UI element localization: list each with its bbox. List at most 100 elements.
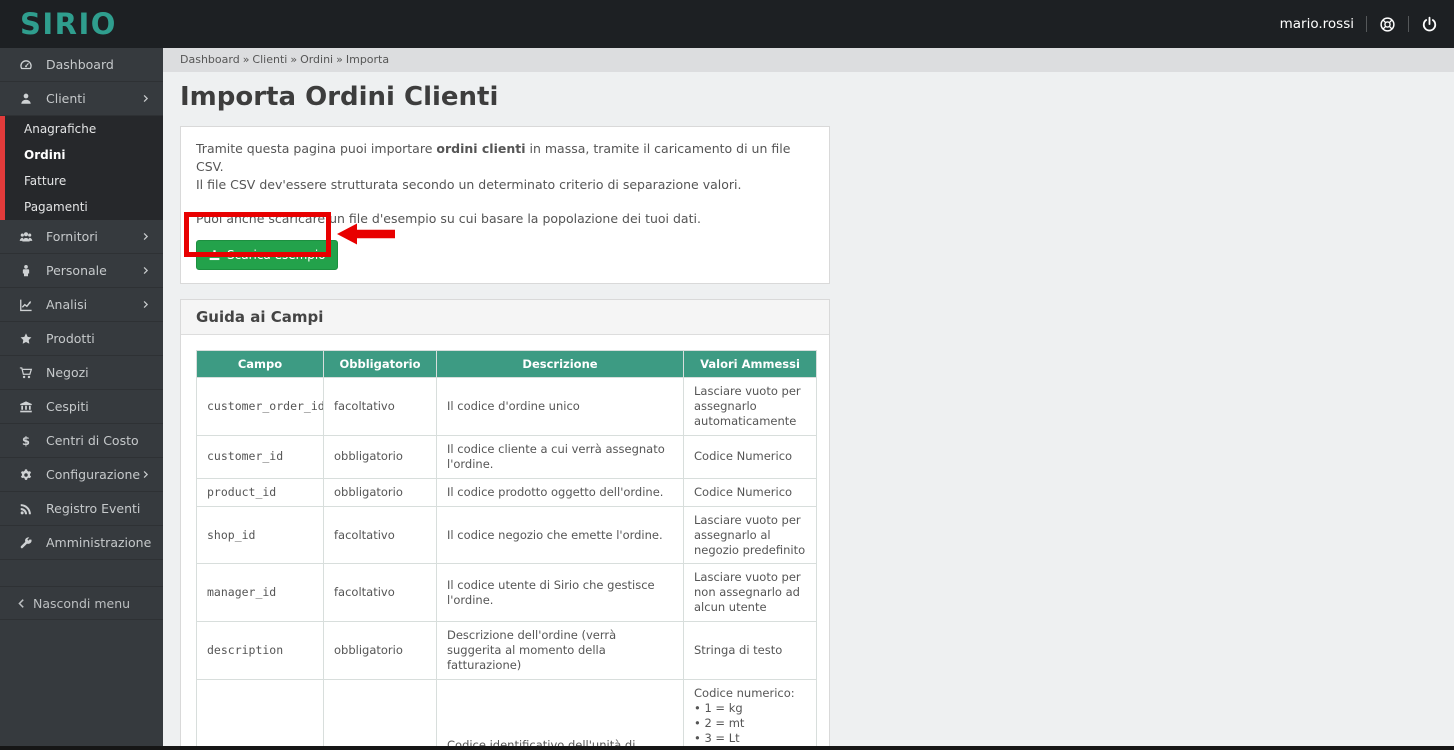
sidebar-item-negozi[interactable]: Negozi [0,356,163,390]
sidebar-item-label: Amministrazione [46,535,151,550]
sidebar-item-label: Prodotti [46,331,95,346]
breadcrumb-item-clienti[interactable]: Clienti [252,53,287,66]
cell-descrizione: Codice identificativo dell'unità di misu… [437,680,684,750]
fields-guide-body: CampoObbligatorioDescrizioneValori Ammes… [181,335,829,750]
settings-icon [17,468,35,482]
chevron-right-icon [141,470,150,479]
cell-valori: Lasciare vuoto per assegnarlo al negozio… [684,506,817,564]
field-row-customer_order_id: customer_order_idfacoltativoIl codice d'… [197,378,817,436]
cell-valori: Codice numerico: • 1 = kg • 2 = mt • 3 =… [684,680,817,750]
sidebar-item-prodotti[interactable]: Prodotti [0,322,163,356]
intro-paragraph-2: Il file CSV dev'essere strutturata secon… [196,176,814,194]
fields-table: CampoObbligatorioDescrizioneValori Ammes… [196,350,817,750]
hide-menu-button[interactable]: Nascondi menu [0,586,163,620]
breadcrumb-item-importa: Importa [346,53,389,66]
topbar: SIRIO mario.rossi [0,0,1454,48]
sidebar-item-registro-eventi[interactable]: Registro Eventi [0,492,163,526]
sirio-logo: SIRIO [20,7,117,41]
cell-obbligatorio: obbligatorio [324,435,437,478]
submenu-item-anagrafiche[interactable]: Anagrafiche [5,116,163,142]
sidebar-item-amministrazione[interactable]: Amministrazione [0,526,163,560]
assets-icon [17,400,35,414]
chevron-right-icon [141,232,150,241]
cell-descrizione: Il codice d'ordine unico [437,378,684,436]
events-log-icon [17,502,35,516]
field-row-description: descriptionobbligatorioDescrizione dell'… [197,622,817,680]
username[interactable]: mario.rossi [1280,16,1354,32]
sidebar-item-fornitori[interactable]: Fornitori [0,220,163,254]
breadcrumb-separator: » [243,53,250,66]
cell-campo: manager_id [197,564,324,622]
cell-obbligatorio: obbligatorio [324,680,437,750]
cell-descrizione: Il codice utente di Sirio che gestisce l… [437,564,684,622]
content: Importa Ordini Clienti Tramite questa pa… [163,72,1454,750]
admin-icon [17,536,35,550]
sidebar-item-label: Clienti [46,91,86,106]
sidebar-item-configurazione[interactable]: Configurazione [0,458,163,492]
fields-guide-title: Guida ai Campi [181,300,829,335]
sidebar-submenu-clienti: AnagraficheOrdiniFatturePagamenti [0,116,163,220]
cell-valori: Codice Numerico [684,435,817,478]
breadcrumb-item-dashboard[interactable]: Dashboard [180,53,240,66]
sidebar-item-label: Cespiti [46,399,89,414]
cell-obbligatorio: facoltativo [324,564,437,622]
sidebar-item-dashboard[interactable]: Dashboard [0,48,163,82]
cell-obbligatorio: obbligatorio [324,478,437,506]
cell-descrizione: Il codice prodotto oggetto dell'ordine. [437,478,684,506]
breadcrumb-item-ordini[interactable]: Ordini [300,53,333,66]
chevron-right-icon [141,300,150,309]
download-icon [208,249,221,262]
sidebar-item-personale[interactable]: Personale [0,254,163,288]
topbar-divider [1408,16,1409,32]
cell-valori: Lasciare vuoto per non assegnarlo ad alc… [684,564,817,622]
analytics-icon [17,298,35,312]
breadcrumb: Dashboard»Clienti»Ordini»Importa [163,48,1454,72]
sidebar: Dashboard Clienti AnagraficheOrdiniFatture… [0,48,163,750]
page-title: Importa Ordini Clienti [180,82,1437,112]
window-bottom-edge [0,746,1454,750]
sidebar-item-label: Personale [46,263,107,278]
sidebar-item-label: Dashboard [46,57,114,72]
cell-valori: Lasciare vuoto per assegnarlo automatica… [684,378,817,436]
submenu-item-pagamenti[interactable]: Pagamenti [5,194,163,220]
sidebar-item-label: Analisi [46,297,87,312]
sidebar-item-label: Registro Eventi [46,501,140,516]
cell-campo: shop_id [197,506,324,564]
sidebar-item-label: Configurazione [46,467,140,482]
field-row-manager_id: manager_idfacoltativoIl codice utente di… [197,564,817,622]
column-header-obbligatorio: Obbligatorio [324,351,437,378]
intro-card: Tramite questa pagina puoi importare ord… [180,126,830,284]
sidebar-item-label: Centri di Costo [46,433,139,448]
submenu-item-ordini[interactable]: Ordini [5,142,163,168]
topbar-right: mario.rossi [1280,16,1438,33]
field-row-product_id: product_idobbligatorioIl codice prodotto… [197,478,817,506]
cell-valori: Stringa di testo [684,622,817,680]
download-example-label: Scarica esempio [227,248,326,262]
intro-paragraph-1: Tramite questa pagina puoi importare ord… [196,140,814,176]
cell-obbligatorio: facoltativo [324,506,437,564]
sidebar-item-cespiti[interactable]: Cespiti [0,390,163,424]
chevron-right-icon [141,266,150,275]
cell-obbligatorio: obbligatorio [324,622,437,680]
cell-campo: description [197,622,324,680]
breadcrumb-separator: » [336,53,343,66]
hide-menu-label: Nascondi menu [33,596,130,611]
download-example-button[interactable]: Scarica esempio [196,240,338,270]
globe-icon[interactable] [1379,16,1396,33]
cell-campo: product_id [197,478,324,506]
sidebar-item-clienti[interactable]: Clienti [0,82,163,116]
column-header-valori-ammessi: Valori Ammessi [684,351,817,378]
power-icon[interactable] [1421,16,1438,33]
sidebar-item-analisi[interactable]: Analisi [0,288,163,322]
column-header-campo: Campo [197,351,324,378]
sidebar-item-label: Fornitori [46,229,98,244]
staff-icon [17,264,35,278]
fields-guide-panel: Guida ai Campi CampoObbligatorioDescrizi… [180,299,830,750]
cell-obbligatorio: facoltativo [324,378,437,436]
submenu-item-fatture[interactable]: Fatture [5,168,163,194]
field-row-unit: unitobbligatorioCodice identificativo de… [197,680,817,750]
sidebar-item-centri-di-costo[interactable]: $Centri di Costo [0,424,163,458]
cell-campo: customer_order_id [197,378,324,436]
field-row-customer_id: customer_idobbligatorioIl codice cliente… [197,435,817,478]
cell-descrizione: Il codice cliente a cui verrà assegnato … [437,435,684,478]
